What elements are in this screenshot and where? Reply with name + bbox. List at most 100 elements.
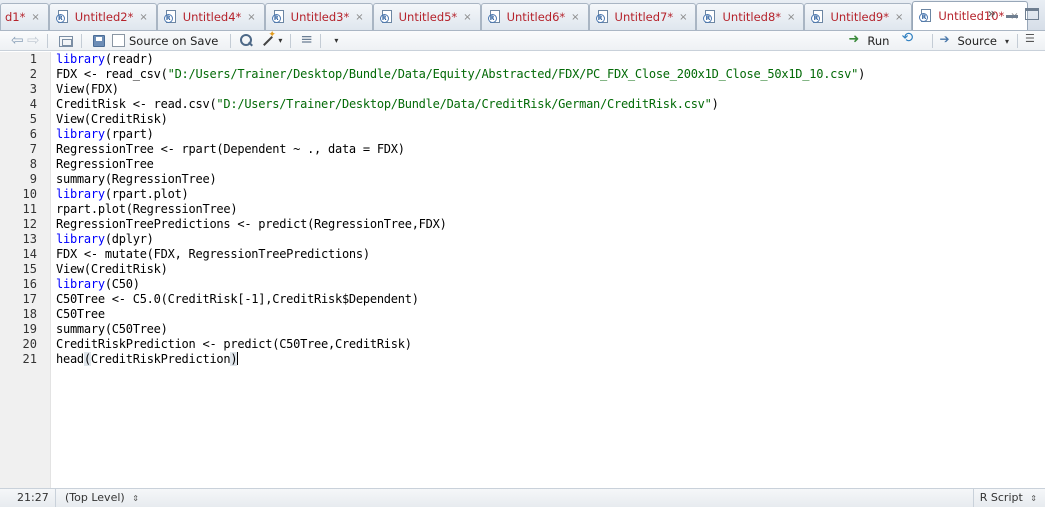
status-bar: 21:27 (Top Level) ⇕ R Script ⇕ [0,488,1045,507]
line-number: 6 [29,127,37,141]
source-on-save-checkbox[interactable] [112,34,125,47]
code-line[interactable]: CreditRiskPrediction <- predict(C50Tree,… [56,337,1039,352]
tab-label: Untitled9* [830,10,889,24]
code-line[interactable]: FDX <- mutate(FDX, RegressionTreePredict… [56,247,1039,262]
file-type-selector[interactable]: R Script ⇕ [972,489,1045,507]
code-token: (rpart.plot) [104,187,189,201]
code-token: ( [83,352,91,366]
code-line[interactable]: C50Tree <- C5.0(CreditRisk[-1],CreditRis… [56,292,1039,307]
code-line[interactable]: C50Tree [56,307,1039,322]
code-line[interactable]: View(CreditRisk) [56,262,1039,277]
code-line[interactable]: library(C50) [56,277,1039,292]
line-number: 20 [22,337,37,351]
code-area[interactable]: library(readr) FDX <- read_csv("D:/Users/… [56,52,1039,367]
code-line[interactable]: RegressionTree <- rpart(Dependent ~ ., d… [56,142,1039,157]
chevron-down-icon[interactable]: ▾ [334,36,338,45]
back-arrow-icon[interactable] [10,31,26,49]
code-line[interactable]: summary(C50Tree) [56,322,1039,337]
minimize-icon[interactable] [1005,8,1019,20]
scope-selector[interactable]: (Top Level) ⇕ [56,489,139,507]
toolbar-separator [290,33,292,48]
code-token: C50Tree [56,307,105,321]
rerun-icon[interactable] [901,30,917,49]
code-line[interactable]: View(FDX) [56,82,1039,97]
forward-arrow-icon[interactable] [26,31,42,49]
code-line[interactable]: RegressionTreePredictions <- predict(Reg… [56,217,1039,232]
r-file-icon: R [163,9,179,25]
code-line[interactable]: library(dplyr) [56,232,1039,247]
code-token: View(CreditRisk) [56,112,168,126]
close-icon[interactable]: × [31,12,39,23]
line-number: 15 [22,262,37,276]
code-line[interactable]: library(rpart) [56,127,1039,142]
close-icon[interactable]: × [139,12,147,23]
tab-overflow-icon[interactable]: » [987,6,995,22]
tab-untitled5[interactable]: R Untitled5* × [372,3,481,30]
tab-list: d1* × R Untitled2* × R Untitled4* × R Un… [0,0,1028,30]
tab-untitled9[interactable]: R Untitled9* × [804,3,913,30]
r-file-icon: R [487,9,503,25]
code-editor[interactable]: 1 2 3 4 5 6 7 8 9 10 11 12 13 14 15 16 17 18 19 20 21 librar… [0,52,1045,488]
tab-untitled6[interactable]: R Untitled6* × [480,3,589,30]
code-line[interactable]: rpart.plot(RegressionTree) [56,202,1039,217]
show-in-window-icon[interactable] [59,36,73,47]
up-down-icon: ⇕ [1030,494,1037,503]
tab-label: Untitled4* [182,10,242,24]
line-number: 3 [29,82,37,96]
code-line[interactable]: library(readr) [56,52,1039,67]
up-down-icon: ⇕ [132,493,139,503]
outline-menu-icon[interactable] [1023,32,1039,49]
search-icon[interactable] [238,33,254,49]
code-token: View(FDX) [56,82,119,96]
r-file-icon: R [919,8,934,24]
compile-report-icon[interactable] [298,30,314,49]
tab-untitled2[interactable]: R Untitled2* × [48,3,157,30]
tab-d1[interactable]: d1* × [0,3,49,30]
code-line[interactable]: FDX <- read_csv("D:/Users/Trainer/Deskto… [56,67,1039,82]
chevron-down-icon[interactable]: ▾ [1005,37,1009,46]
save-icon[interactable] [93,34,105,47]
r-file-icon: R [703,9,718,25]
toolbar-separator [81,33,82,48]
chevron-down-icon[interactable]: ▾ [278,36,282,45]
run-button[interactable]: Run [848,31,889,51]
tab-label: Untitled7* [614,10,674,24]
line-number: 9 [29,172,37,186]
close-icon[interactable]: × [895,12,903,23]
code-line[interactable]: library(rpart.plot) [56,187,1039,202]
r-file-icon: R [811,9,826,25]
code-tools-wand-icon[interactable] [260,30,276,49]
code-token: library [56,52,105,66]
code-line[interactable]: summary(RegressionTree) [56,172,1039,187]
close-icon[interactable]: × [679,12,687,23]
source-label: Source [957,34,997,48]
code-token: RegressionTree [56,157,154,171]
code-token: "D:/Users/Trainer/Desktop/Bundle/Data/Eq… [167,67,859,81]
code-line[interactable]: View(CreditRisk) [56,112,1039,127]
run-arrow-icon [848,32,864,49]
r-file-icon: R [379,9,395,25]
close-icon[interactable]: × [463,12,471,23]
tab-label: Untitled6* [506,10,566,24]
code-line[interactable]: RegressionTree [56,157,1039,172]
close-icon[interactable]: × [571,12,579,23]
close-icon[interactable]: × [787,12,795,23]
code-line[interactable]: head(CreditRiskPrediction) [56,352,1039,367]
toolbar-separator [230,33,232,48]
source-on-save-toggle[interactable]: Source on Save [109,31,218,51]
code-line[interactable]: CreditRisk <- read.csv("D:/Users/Trainer… [56,97,1039,112]
r-file-icon: R [271,9,287,25]
toolbar-separator [47,33,48,48]
tab-untitled4[interactable]: R Untitled4* × [156,3,265,30]
tab-untitled3[interactable]: R Untitled3* × [264,3,373,30]
close-icon[interactable]: × [355,12,363,23]
source-button[interactable]: Source ▾ [938,31,1009,51]
tab-label: Untitled8* [722,10,782,24]
maximize-icon[interactable] [1025,8,1039,20]
line-number: 18 [22,307,37,321]
tab-untitled7[interactable]: R Untitled7* × [588,3,697,30]
cursor-position: 21:27 [0,488,56,507]
close-icon[interactable]: × [247,12,255,23]
tab-label: Untitled2* [74,10,134,24]
tab-untitled8[interactable]: R Untitled8* × [696,3,805,30]
